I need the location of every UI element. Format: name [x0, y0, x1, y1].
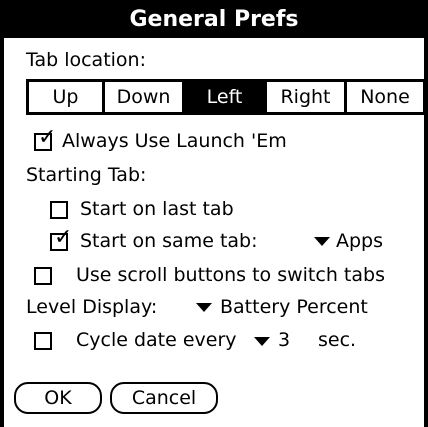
- starting-tab-label: Starting Tab:: [26, 164, 147, 186]
- tab-location-left[interactable]: Left: [185, 82, 267, 112]
- start-same-tab-value[interactable]: Apps: [336, 229, 383, 253]
- level-display-value[interactable]: Battery Percent: [220, 295, 368, 319]
- dropdown-arrow-icon[interactable]: [254, 337, 270, 346]
- cancel-button[interactable]: Cancel: [110, 382, 218, 414]
- tab-location-up[interactable]: Up: [29, 82, 105, 112]
- dialog-title: General Prefs: [0, 0, 428, 38]
- cycle-date-unit: sec.: [318, 329, 357, 351]
- start-same-label: Start on same tab:: [80, 230, 258, 252]
- tab-location-none[interactable]: None: [347, 82, 423, 112]
- start-last-checkbox[interactable]: [50, 201, 68, 219]
- cycle-date-value[interactable]: 3: [278, 328, 290, 352]
- checkmark-icon: ✓: [38, 125, 57, 150]
- always-use-label: Always Use Launch 'Em: [62, 130, 287, 152]
- dropdown-arrow-icon[interactable]: [314, 237, 330, 246]
- ok-button[interactable]: OK: [14, 382, 102, 414]
- start-last-label: Start on last tab: [80, 198, 234, 220]
- tab-location-right[interactable]: Right: [267, 82, 347, 112]
- scroll-buttons-label: Use scroll buttons to switch tabs: [76, 264, 385, 286]
- start-same-checkbox[interactable]: ✓: [50, 227, 72, 251]
- always-use-checkbox[interactable]: ✓: [34, 127, 56, 151]
- tab-location-selector: Up Down Left Right None: [26, 79, 426, 115]
- dropdown-arrow-icon[interactable]: [196, 303, 212, 312]
- checkmark-icon: ✓: [54, 225, 73, 250]
- tab-location-down[interactable]: Down: [105, 82, 185, 112]
- tab-location-label: Tab location:: [26, 49, 146, 71]
- cycle-date-checkbox[interactable]: [34, 332, 52, 350]
- cycle-date-label: Cycle date every: [76, 329, 237, 351]
- scroll-buttons-checkbox[interactable]: [34, 267, 52, 285]
- level-display-label: Level Display:: [26, 296, 158, 318]
